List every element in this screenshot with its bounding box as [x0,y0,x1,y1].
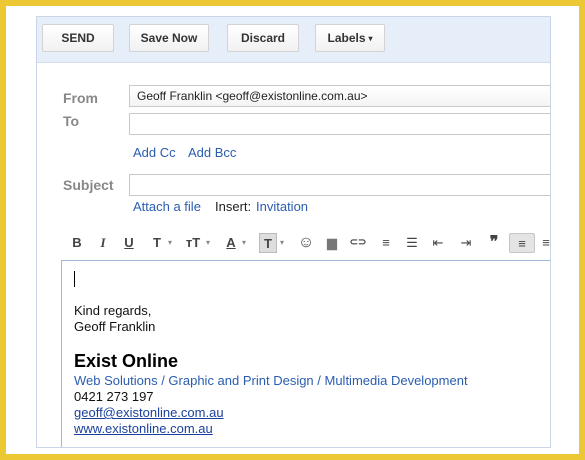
regards-text: Kind regards, [74,303,152,318]
subject-label: Subject [63,177,114,193]
italic-icon[interactable]: I [95,233,111,253]
chevron-down-icon: ▾ [167,238,172,247]
discard-button[interactable]: Discard [227,24,299,52]
numbered-list-icon[interactable]: ≡ [377,233,395,253]
bulleted-list-icon[interactable]: ☰ [403,233,421,253]
labels-label: Labels [327,31,366,45]
signature-email-link[interactable]: geoff@existonline.com.au [74,405,224,420]
underline-icon[interactable]: U [121,233,137,253]
subject-field[interactable] [129,174,550,196]
from-label: From [63,90,98,106]
from-value: Geoff Franklin <geoff@existonline.com.au… [137,89,368,103]
send-label: SEND [61,31,95,45]
attach-file-link[interactable]: Attach a file [133,199,201,214]
quote-icon[interactable]: ❞ [485,233,503,253]
to-label: To [63,113,80,129]
text-color-icon[interactable]: A [223,233,239,253]
message-body[interactable]: Kind regards, Geoff Franklin Exist Onlin… [61,260,550,447]
screenshot-frame: SEND Save Now Discard Labels ▾ From Geof… [6,6,579,454]
add-bcc-link[interactable]: Add Bcc [188,145,236,160]
image-icon[interactable]: ▆ [323,233,341,253]
indent-more-icon[interactable]: ⇥ [457,233,475,253]
from-select[interactable]: Geoff Franklin <geoff@existonline.com.au… [129,85,550,107]
align-left-icon[interactable]: ≡ [509,233,535,253]
send-button[interactable]: SEND [42,24,114,52]
indent-less-icon[interactable]: ⇤ [429,233,447,253]
add-cc-link[interactable]: Add Cc [133,145,176,160]
compose-toolbar: SEND Save Now Discard Labels ▾ [37,17,550,63]
chevron-down-icon: ▾ [241,238,246,247]
highlight-color-icon[interactable]: T [259,233,277,253]
signature-name: Geoff Franklin [74,319,156,334]
emoji-icon[interactable]: ☺ [297,233,315,253]
signature-website-link[interactable]: www.existonline.com.au [74,421,213,436]
signature-company: Exist Online [74,351,179,371]
align-center-icon[interactable]: ≡ [539,233,550,253]
chevron-down-icon: ▾ [205,238,210,247]
chevron-down-icon: ▾ [279,238,284,247]
signature-phone: 0421 273 197 [74,389,154,404]
signature-services: Web Solutions / Graphic and Print Design… [74,373,468,388]
insert-label: Insert: [215,199,252,214]
format-toolbar: B I U T ▾ тT ▾ A ▾ T ▾ ☺ ▆ ⊂⊃ ≡ ☰ ⇤ ⇥ ❞ … [37,229,550,257]
text-cursor [74,271,75,287]
compose-window: SEND Save Now Discard Labels ▾ From Geof… [36,16,551,448]
font-family-icon[interactable]: T [149,233,165,253]
save-now-label: Save Now [140,31,198,45]
discard-label: Discard [240,31,286,45]
labels-button[interactable]: Labels ▾ [315,24,385,52]
chevron-down-icon: ▾ [368,33,373,43]
save-now-button[interactable]: Save Now [129,24,209,52]
insert-invitation-link[interactable]: Invitation [256,199,308,214]
to-field[interactable] [129,113,550,135]
link-icon[interactable]: ⊂⊃ [347,233,369,253]
font-size-icon[interactable]: тT [183,233,203,253]
bold-icon[interactable]: B [69,233,85,253]
